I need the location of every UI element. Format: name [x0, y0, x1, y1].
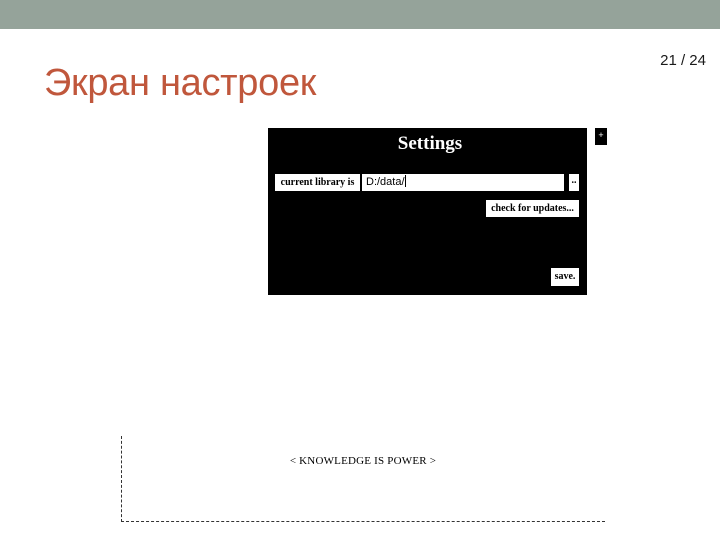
page-counter: 21 / 24	[660, 52, 706, 69]
check-updates-button[interactable]: check for updates...	[486, 200, 579, 217]
motto-text: < KNOWLEDGE IS POWER >	[289, 455, 437, 467]
top-bar	[0, 0, 720, 29]
slide-title: Экран настроек	[44, 62, 317, 104]
text-caret	[404, 175, 406, 187]
browse-button[interactable]: ..	[569, 174, 579, 191]
motto-frame	[121, 436, 605, 522]
library-label: current library is	[275, 174, 360, 191]
close-button[interactable]: +	[595, 128, 607, 145]
settings-panel: Settings current library is D:/data/ .. …	[268, 128, 587, 295]
library-path-input[interactable]: D:/data/	[362, 174, 564, 191]
settings-title: Settings	[397, 133, 463, 154]
save-button[interactable]: save.	[551, 268, 579, 286]
library-path-value: D:/data/	[366, 176, 405, 188]
